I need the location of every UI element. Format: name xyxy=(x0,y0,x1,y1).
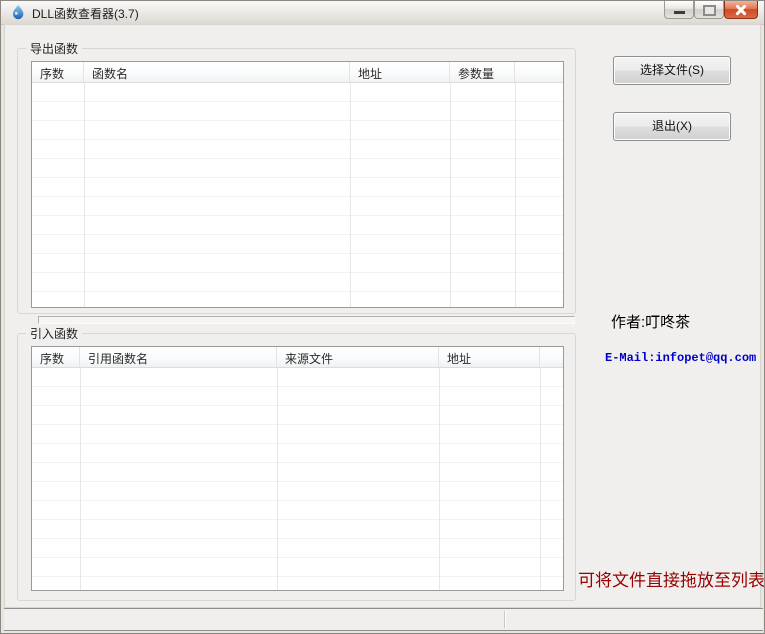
grid-vline xyxy=(439,368,440,590)
statusbar-separator xyxy=(504,611,506,628)
column-header-ordinal[interactable]: 序数 xyxy=(32,347,80,367)
import-group-label: 引入函数 xyxy=(26,325,83,342)
export-list-header: 序数 函数名 地址 参数量 xyxy=(32,62,563,83)
minimize-icon xyxy=(673,11,685,14)
export-group-label: 导出函数 xyxy=(26,40,83,57)
grid-vline xyxy=(515,83,516,307)
column-header-referenced-function[interactable]: 引用函数名 xyxy=(80,347,277,367)
author-text: 作者:叮咚茶 xyxy=(611,314,691,331)
import-list-body[interactable] xyxy=(32,368,563,590)
progress-bar xyxy=(38,316,575,324)
maximize-icon xyxy=(702,5,716,16)
column-header-ordinal[interactable]: 序数 xyxy=(32,62,84,82)
column-header-blank[interactable] xyxy=(515,62,563,82)
column-header-blank[interactable] xyxy=(540,347,563,367)
column-header-source-file[interactable]: 来源文件 xyxy=(277,347,439,367)
select-file-button[interactable]: 选择文件(S) xyxy=(613,56,731,85)
column-header-function-name[interactable]: 函数名 xyxy=(84,62,350,82)
app-icon[interactable] xyxy=(10,4,26,20)
grid-vline xyxy=(350,83,351,307)
email-text: E-Mail:infopet@qq.com xyxy=(605,351,757,365)
close-button[interactable] xyxy=(724,1,758,19)
statusbar xyxy=(4,608,763,631)
exit-button[interactable]: 退出(X) xyxy=(613,112,731,141)
import-list-header: 序数 引用函数名 来源文件 地址 xyxy=(32,347,563,368)
grid-vline xyxy=(450,83,451,307)
column-header-address[interactable]: 地址 xyxy=(350,62,450,82)
close-icon xyxy=(725,1,757,18)
grid-vline xyxy=(277,368,278,590)
export-function-list[interactable]: 序数 函数名 地址 参数量 xyxy=(31,61,564,308)
grid-vline xyxy=(540,368,541,590)
import-function-list[interactable]: 序数 引用函数名 来源文件 地址 xyxy=(31,346,564,591)
titlebar[interactable]: DLL函数查看器(3.7) xyxy=(1,1,764,25)
drop-hint-text: 可将文件直接拖放至列表 xyxy=(578,571,765,590)
app-window: DLL函数查看器(3.7) 导出函数 序数 函数名 地址 参数量 引入函数 序数… xyxy=(0,0,765,634)
grid-vline xyxy=(84,83,85,307)
column-header-address[interactable]: 地址 xyxy=(439,347,540,367)
column-header-param-count[interactable]: 参数量 xyxy=(450,62,515,82)
export-list-body[interactable] xyxy=(32,83,563,307)
minimize-button[interactable] xyxy=(664,1,694,19)
maximize-button[interactable] xyxy=(694,1,724,19)
window-title: DLL函数查看器(3.7) xyxy=(32,7,139,21)
grid-vline xyxy=(80,368,81,590)
